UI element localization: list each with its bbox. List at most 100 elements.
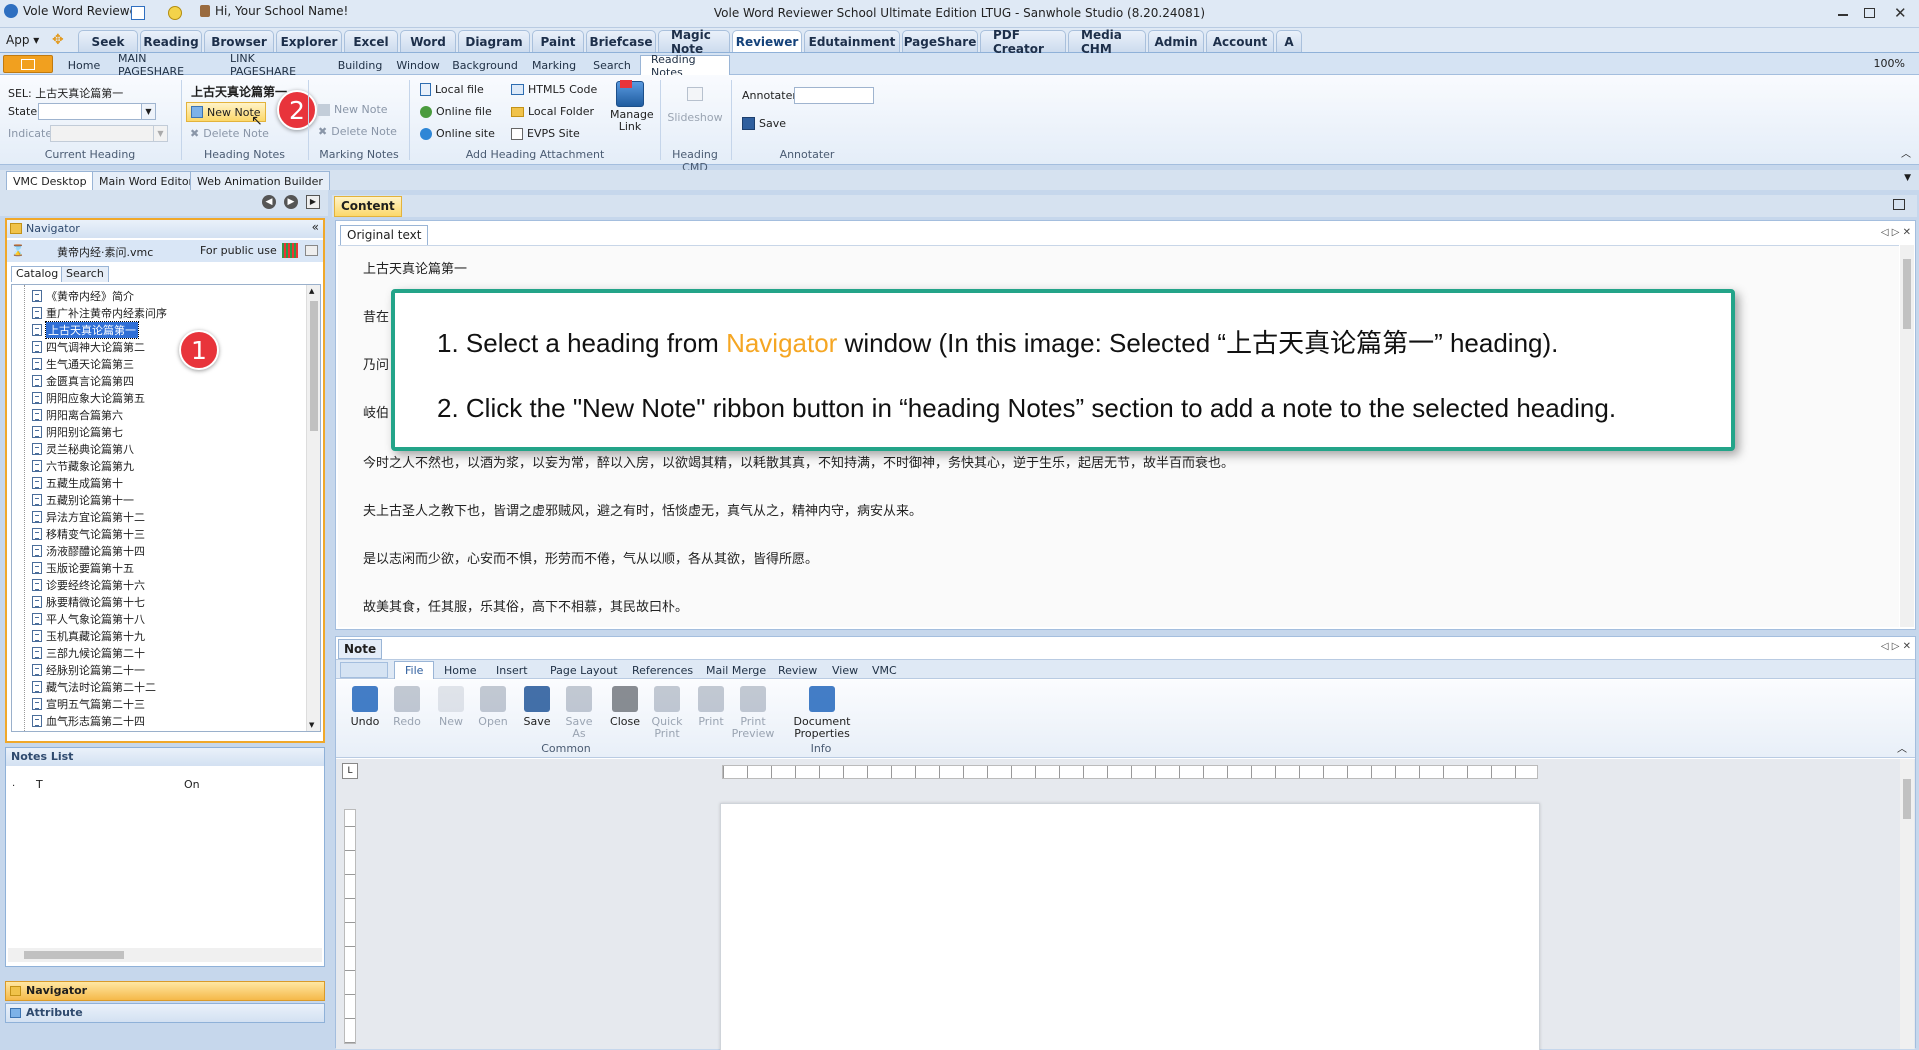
horizontal-scrollbar[interactable] [8, 948, 322, 962]
tree-item[interactable]: 异法方宜论篇第十二 [32, 508, 167, 525]
evps-site-button[interactable]: EVPS Site [511, 127, 580, 140]
next-icon[interactable]: ▷ [1892, 227, 1900, 238]
manage-link-button[interactable]: Manage Link [606, 80, 654, 133]
next-icon[interactable]: ▷ [1892, 641, 1900, 652]
tree-item[interactable]: 藏气法时论篇第二十二 [32, 678, 167, 695]
note-tab-page-layout[interactable]: Page Layout [540, 661, 628, 679]
slideshow-button[interactable]: Slideshow [665, 87, 725, 124]
main-tab-magic-note[interactable]: Magic Note [658, 28, 730, 56]
vertical-scrollbar[interactable] [1900, 245, 1914, 627]
vertical-ruler[interactable] [344, 809, 356, 1044]
main-tab-paint[interactable]: Paint [532, 30, 584, 52]
tab-stop-icon[interactable]: L [342, 763, 358, 779]
tree-item[interactable]: 重广补注黄帝内经素问序 [32, 304, 167, 321]
note-tool-document-properties[interactable]: Document Properties [792, 686, 852, 740]
main-tab-excel[interactable]: Excel [344, 30, 398, 52]
doc-tab-main-word-editor[interactable]: Main Word Editor [92, 171, 201, 190]
tree-item[interactable]: 玉机真藏论篇第十九 [32, 627, 167, 644]
tree-item[interactable]: 经脉别论篇第二十一 [32, 661, 167, 678]
note-tool-undo[interactable]: Undo [344, 686, 386, 728]
note-tool-close[interactable]: Close [604, 686, 646, 728]
online-file-button[interactable]: Online file [420, 105, 492, 118]
tree-item[interactable]: 汤液醪醴论篇第十四 [32, 542, 167, 559]
collapse-ribbon-icon[interactable]: ︿ [1901, 145, 1911, 160]
tree-item[interactable]: 上古天真论篇第一 [32, 320, 167, 339]
tree-item[interactable]: 脉要精微论篇第十七 [32, 593, 167, 610]
horizontal-ruler[interactable] [722, 765, 1538, 779]
dropdown-icon[interactable]: ▼ [1904, 173, 1911, 183]
tree-item[interactable]: 五藏生成篇第十 [32, 474, 167, 491]
note-tool-print[interactable]: Print [690, 686, 732, 728]
tree-item[interactable]: 《黄帝内经》简介 [32, 287, 167, 304]
expand-icon[interactable]: ▶ [306, 195, 320, 209]
sub-tab-building[interactable]: Building [330, 55, 390, 75]
main-tab-account[interactable]: Account [1206, 30, 1274, 52]
tree-item[interactable]: 三部九候论篇第二十 [32, 644, 167, 661]
note-tab-insert[interactable]: Insert [486, 661, 538, 679]
sub-tab-window[interactable]: Window [390, 55, 446, 75]
doc-tab-web-animation-builder[interactable]: Web Animation Builder [190, 171, 330, 190]
note-tab-vmc[interactable]: VMC [862, 661, 907, 679]
main-tab-edutainment[interactable]: Edutainment [804, 30, 900, 52]
note-tab-file[interactable]: File [394, 661, 435, 679]
tree-item[interactable]: 五藏别论篇第十一 [32, 491, 167, 508]
tree-item[interactable]: 四气调神大论篇第二 [32, 338, 167, 355]
tree-item[interactable]: 平人气象论篇第十八 [32, 610, 167, 627]
main-tab-pdf-creator[interactable]: PDF Creator [980, 28, 1066, 56]
nav-tab-catalog[interactable]: Catalog [11, 266, 64, 282]
note-tab-references[interactable]: References [622, 661, 703, 679]
main-tab-reading[interactable]: Reading [140, 30, 202, 52]
online-site-button[interactable]: Online site [420, 127, 495, 140]
state-combo[interactable]: ▼ [38, 103, 156, 120]
annotater-save-button[interactable]: Save [742, 117, 786, 130]
local-file-button[interactable]: Local file [420, 83, 484, 96]
note-file-menu-button[interactable] [340, 662, 388, 678]
note-tab[interactable]: Note [338, 639, 383, 659]
tree-item[interactable]: 诊要经终论篇第十六 [32, 576, 167, 593]
folder-icon[interactable] [305, 245, 318, 256]
tree-item[interactable]: 血气形志篇第二十四 [32, 712, 167, 729]
restore-icon[interactable] [1864, 8, 1875, 18]
tree-item[interactable]: 灵兰秘典论篇第八 [32, 440, 167, 457]
note-tool-save-as[interactable]: Save As [558, 686, 600, 740]
annotater-input[interactable] [794, 87, 874, 104]
main-tab-explorer[interactable]: Explorer [276, 30, 342, 52]
close-icon[interactable]: ✕ [1903, 227, 1911, 238]
col-on[interactable]: On [184, 778, 200, 791]
delete-note-button[interactable]: ✖ Delete Note [190, 127, 269, 140]
tree-item[interactable]: 生气通天论篇第三 [32, 355, 167, 372]
app-menu[interactable]: App ▾ [6, 33, 39, 47]
main-tab-reviewer[interactable]: Reviewer [732, 30, 802, 52]
main-tab-pageshare[interactable]: PageShare [902, 30, 978, 52]
prev-icon[interactable]: ◁ [1881, 227, 1889, 238]
tree-item[interactable]: 阴阳离合篇第六 [32, 406, 167, 423]
doc-tab-vmc-desktop[interactable]: VMC Desktop [6, 171, 94, 190]
vertical-scrollbar[interactable] [1900, 759, 1914, 1049]
collapse-ribbon-icon[interactable]: ︿ [1897, 740, 1907, 755]
note-tool-new[interactable]: New [430, 686, 472, 728]
main-tab-briefcase[interactable]: Briefcase [586, 30, 656, 52]
local-folder-button[interactable]: Local Folder [511, 105, 594, 118]
main-tab-admin[interactable]: Admin [1148, 30, 1204, 52]
sub-tab-main-pageshare[interactable]: MAIN PAGESHARE [108, 52, 220, 78]
file-menu-button[interactable] [3, 55, 53, 73]
tree-item[interactable]: 金匮真言论篇第四 [32, 372, 167, 389]
tree-item[interactable]: 宣明五气篇第二十三 [32, 695, 167, 712]
restore-icon[interactable] [1893, 199, 1905, 210]
forward-icon[interactable]: ▶ [284, 195, 298, 209]
note-tool-print-preview[interactable]: Print Preview [732, 686, 774, 740]
main-tab-media-chm[interactable]: Media CHM [1068, 28, 1146, 56]
sub-tab-background[interactable]: Background [446, 55, 524, 75]
sub-tab-reading-notes[interactable]: Reading Notes [640, 53, 730, 79]
note-tool-redo[interactable]: Redo [386, 686, 428, 728]
pin-icon[interactable]: ✥ [52, 33, 68, 47]
note-tab-mail-merge[interactable]: Mail Merge [696, 661, 776, 679]
note-tool-open[interactable]: Open [472, 686, 514, 728]
original-text-tab[interactable]: Original text [340, 225, 429, 245]
html5-code-button[interactable]: HTML5 Code [511, 83, 597, 96]
tree-item[interactable]: 玉版论要篇第十五 [32, 559, 167, 576]
indicate-combo[interactable]: ▼ [50, 125, 168, 142]
note-tool-quick-print[interactable]: Quick Print [646, 686, 688, 740]
note-document-page[interactable] [720, 803, 1540, 1050]
prev-icon[interactable]: ◁ [1881, 641, 1889, 652]
